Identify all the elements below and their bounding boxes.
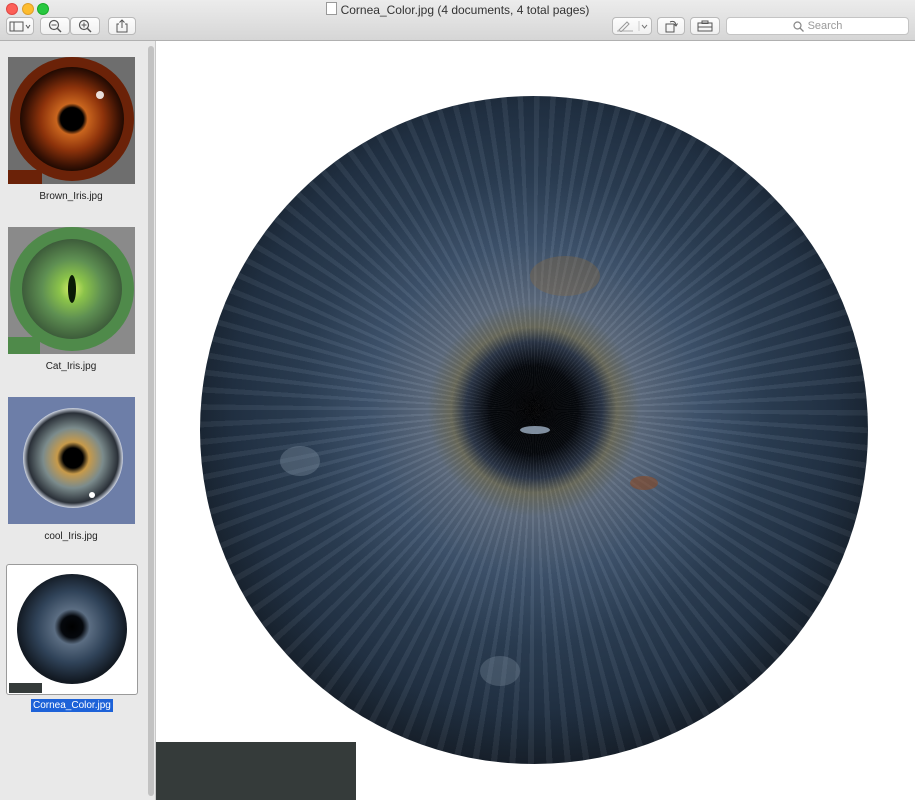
- title-bar: Cornea_Color.jpg (4 documents, 4 total p…: [0, 0, 915, 41]
- pen-icon: [617, 21, 648, 32]
- sidebar-scroll-thumb[interactable]: [148, 46, 154, 796]
- thumbnail-cool-iris[interactable]: [8, 397, 135, 524]
- thumbnail-brown-iris[interactable]: [8, 57, 135, 184]
- cool-iris-image: [23, 408, 123, 508]
- cornea-color-image: [9, 574, 127, 693]
- share-button[interactable]: [108, 17, 136, 35]
- document-icon: [325, 2, 337, 15]
- sidebar-toggle-button[interactable]: [6, 17, 34, 35]
- search-placeholder: Search: [807, 20, 843, 32]
- rotate-button[interactable]: [657, 17, 685, 35]
- thumbnail-label: Cat_Iris.jpg: [45, 361, 97, 372]
- dark-image-corner: [156, 742, 356, 800]
- selected-thumbnail-label: Cornea_Color.jpg: [31, 699, 113, 712]
- selected-thumbnail-frame[interactable]: [6, 564, 138, 695]
- markup-button[interactable]: [612, 17, 652, 35]
- search-icon: [792, 20, 804, 32]
- toolbox-icon: [697, 20, 713, 32]
- thumbnail-sidebar: Brown_Iris.jpg Cat_Iris.jpg cool_Iris.jp…: [0, 41, 156, 800]
- search-input[interactable]: Search: [726, 17, 909, 35]
- thumbnail-cat-iris[interactable]: [8, 227, 135, 354]
- thumbnail-label: cool_Iris.jpg: [44, 531, 98, 542]
- thumbnail-label: Brown_Iris.jpg: [39, 191, 103, 202]
- toolbox-button[interactable]: [690, 17, 720, 35]
- zoom-in-button[interactable]: [70, 17, 100, 35]
- zoom-out-icon: [48, 19, 62, 33]
- sidebar-icon: [9, 21, 31, 31]
- cat-iris-image: [8, 227, 134, 354]
- zoom-out-button[interactable]: [40, 17, 70, 35]
- share-icon: [116, 19, 128, 33]
- rotate-icon: [665, 20, 678, 33]
- brown-iris-image: [8, 57, 134, 184]
- main-iris-image: [200, 96, 868, 764]
- window-title: Cornea_Color.jpg (4 documents, 4 total p…: [0, 2, 915, 17]
- zoom-in-icon: [78, 19, 92, 33]
